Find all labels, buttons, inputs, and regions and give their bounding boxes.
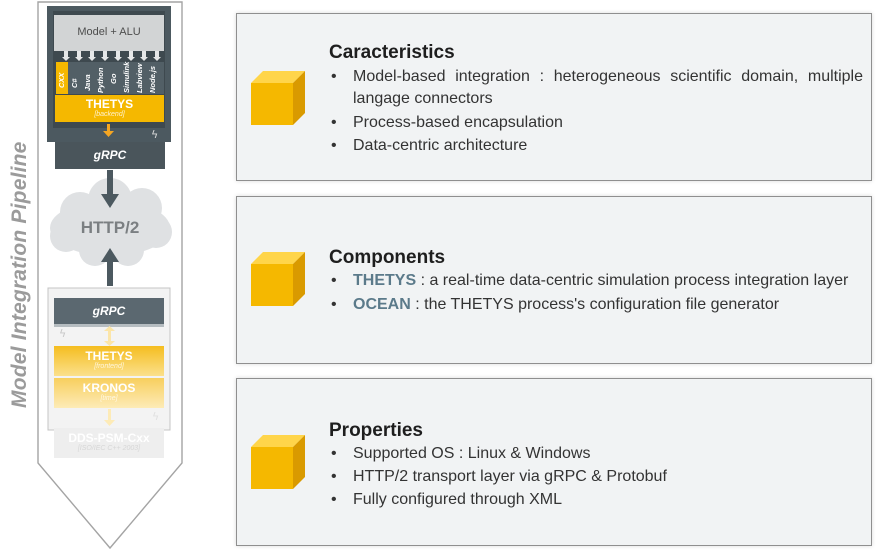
list-item: OCEAN : the THETYS process's configurati… xyxy=(329,294,863,316)
item-text: : the THETYS process's configuration fil… xyxy=(410,296,780,313)
thetys-frontend-label: THETYS xyxy=(85,349,133,363)
connector-label-nodejs: Node.js xyxy=(148,65,157,93)
connector-label-simulink: Simulink xyxy=(122,61,131,93)
panel-title: Components xyxy=(329,247,446,268)
kronos-sub: [time] xyxy=(100,395,118,402)
grpc-bottom-label: gRPC xyxy=(92,304,126,318)
panel-list: THETYS : a real-time data-centric simula… xyxy=(329,270,863,316)
panel-components: Components THETYS : a real-time data-cen… xyxy=(236,196,872,364)
list-item: HTTP/2 transport layer via gRPC & Protob… xyxy=(329,466,863,488)
model-alu-label: Model + ALU xyxy=(77,26,141,38)
keyword-ocean: OCEAN xyxy=(353,296,411,313)
connector-label-python: Python xyxy=(96,67,105,93)
cube-icon xyxy=(251,252,305,306)
list-item: Process-based encapsulation xyxy=(329,112,863,134)
connector-label-labview: Labview xyxy=(135,63,144,93)
dds-sub: [ISO/IEC C++ 2003] xyxy=(77,445,141,452)
lightning-icon: ϟ xyxy=(151,128,158,141)
thetys-backend-label: THETYS xyxy=(85,97,134,111)
connector-label-go: Go xyxy=(109,73,118,84)
grpc-top-label: gRPC xyxy=(93,148,127,162)
diagram: ϟ ϟ ϟ Model + ALU CXX C# Java Python Go … xyxy=(0,0,877,552)
connector-label-csharp: C# xyxy=(70,78,79,88)
list-item: Data-centric architecture xyxy=(329,135,863,157)
keyword-thetys: THETYS xyxy=(353,272,417,289)
connector-labels: CXX C# Java Python Go Simulink Labview N… xyxy=(56,62,164,94)
item-text: : a real-time data-centric simulation pr… xyxy=(416,272,849,289)
list-item: Fully configured through XML xyxy=(329,489,863,511)
connector-label-java: Java xyxy=(83,74,92,91)
http2-label: HTTP/2 xyxy=(80,218,140,237)
cube-icon xyxy=(251,435,305,489)
connector-label-cxx: CXX xyxy=(57,72,66,88)
panel-list: Model-based integration : heterogeneous … xyxy=(329,66,863,157)
panel-caracteristics: Caracteristics Model-based integration :… xyxy=(236,13,872,181)
list-item: Model-based integration : heterogeneous … xyxy=(329,66,863,110)
panel-list: Supported OS : Linux & Windows HTTP/2 tr… xyxy=(329,443,863,511)
pipeline-title: Model Integration Pipeline xyxy=(8,141,31,408)
kronos-label: KRONOS xyxy=(82,381,136,395)
panel-title: Properties xyxy=(329,420,423,441)
thetys-backend-sub: [backend] xyxy=(94,111,125,118)
lightning-icon-2: ϟ xyxy=(59,327,66,340)
list-item: Supported OS : Linux & Windows xyxy=(329,443,863,465)
panel-properties: Properties Supported OS : Linux & Window… xyxy=(236,378,872,546)
lightning-icon-3: ϟ xyxy=(152,410,159,423)
list-item: THETYS : a real-time data-centric simula… xyxy=(329,270,863,292)
dds-label: DDS-PSM-Cxx xyxy=(68,431,150,445)
cube-icon xyxy=(251,71,305,125)
panel-title: Caracteristics xyxy=(329,42,455,63)
thetys-frontend-sub: [frontend] xyxy=(94,363,124,370)
